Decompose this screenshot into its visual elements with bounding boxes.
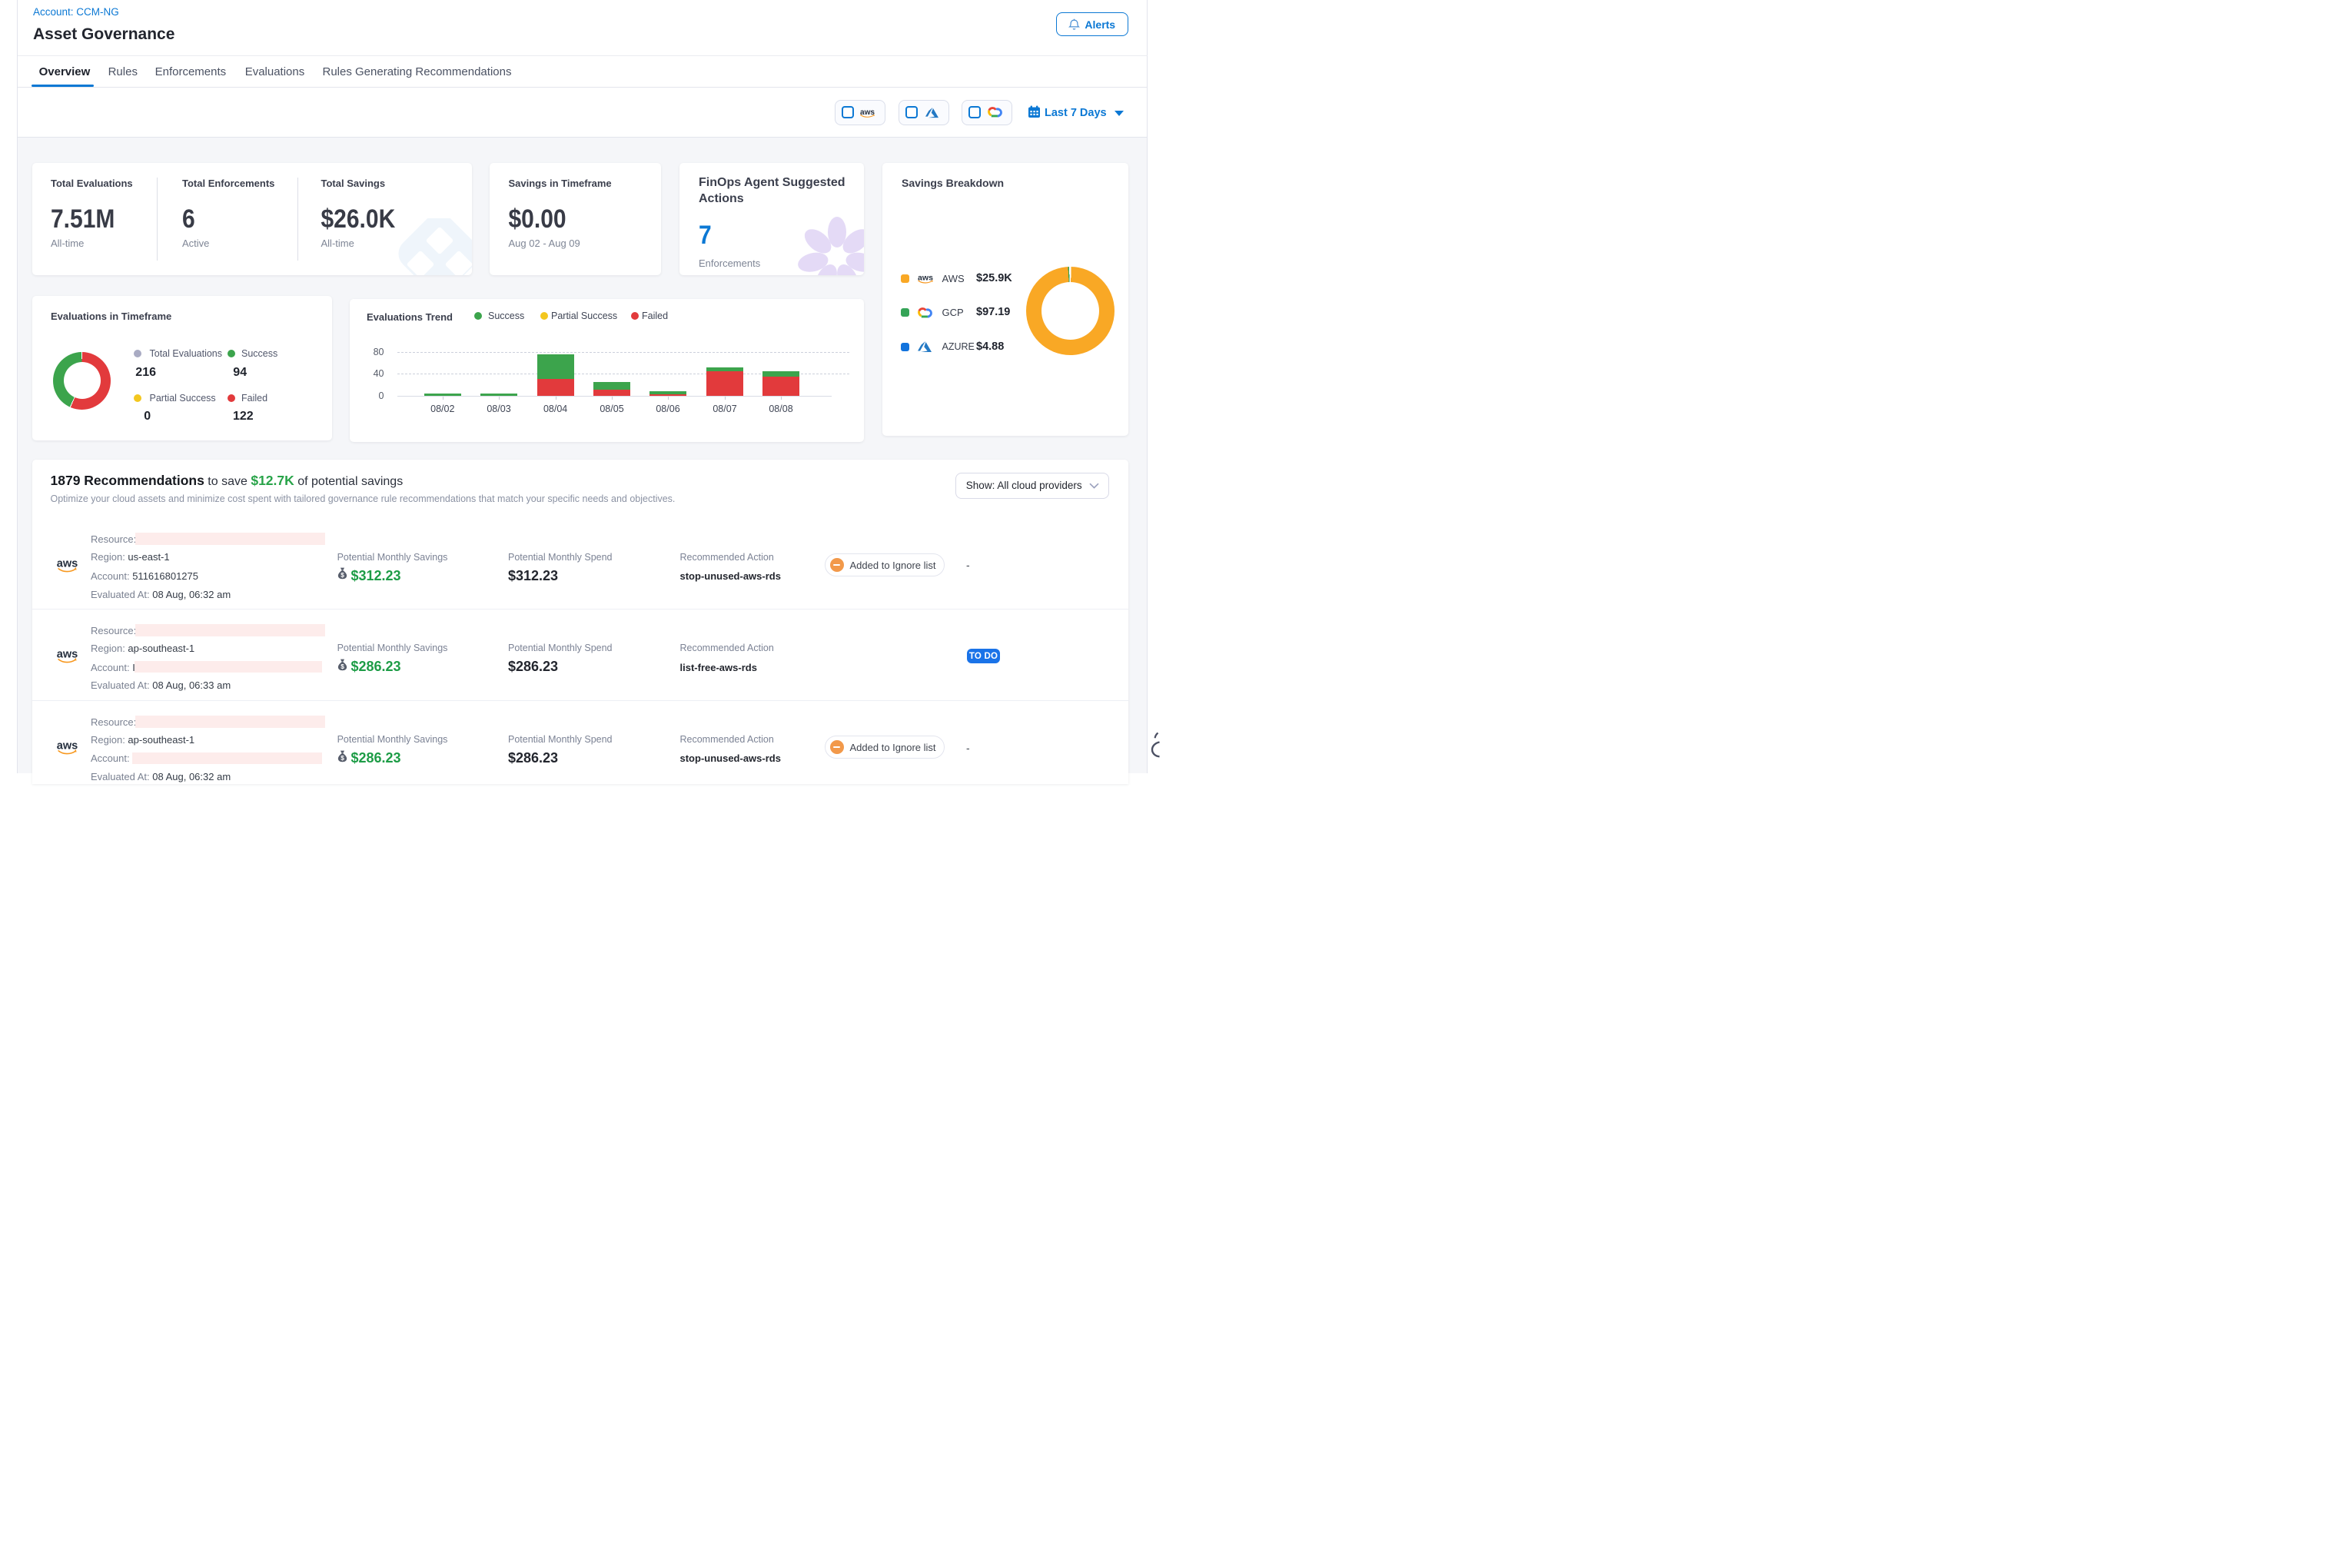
svg-text:aws: aws — [57, 740, 78, 752]
svg-text:$: $ — [341, 663, 344, 670]
svg-text:$: $ — [341, 572, 344, 579]
svg-text:aws: aws — [57, 649, 78, 661]
svg-text:aws: aws — [57, 557, 78, 570]
svg-text:$: $ — [341, 755, 344, 762]
